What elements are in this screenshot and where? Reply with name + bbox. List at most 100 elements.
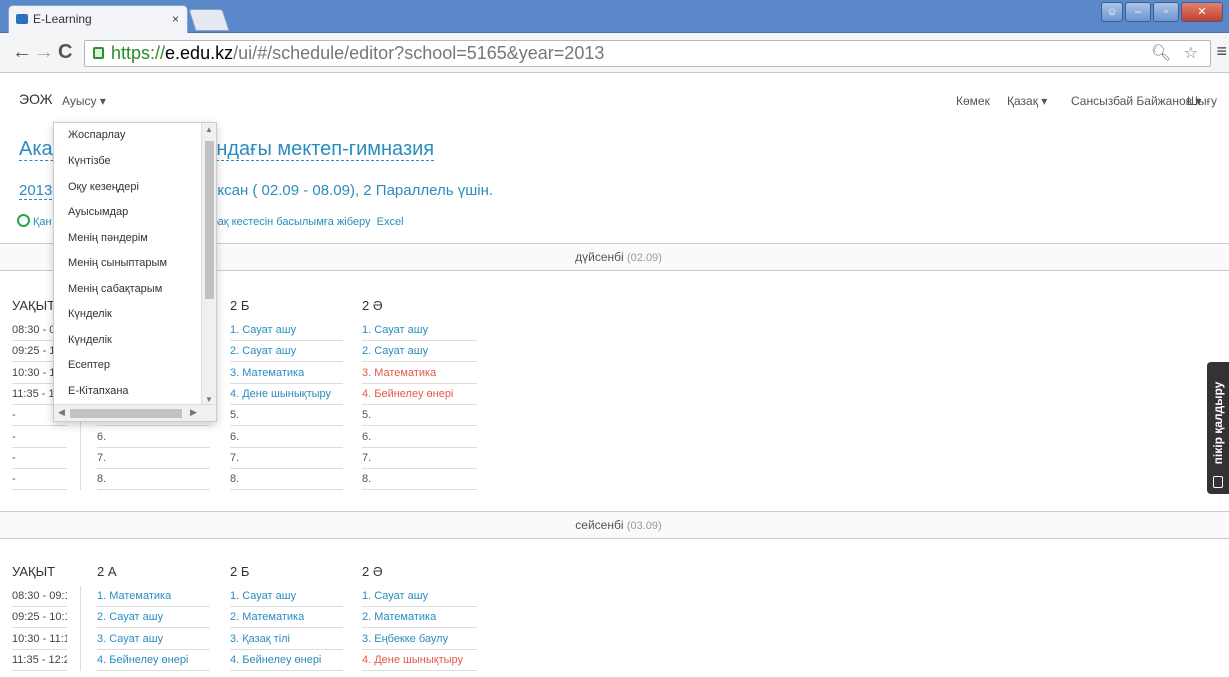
lesson-2v[interactable]: 1. Сауат ашу: [362, 320, 477, 341]
brand-link[interactable]: ЭОЖ: [19, 91, 53, 107]
horizontal-scrollbar[interactable]: ◀ ▶: [54, 404, 216, 421]
class-header-2v: 2 Ә: [362, 298, 383, 313]
zoom-translate-star-icons[interactable]: 🔍︎ ☆: [1151, 41, 1202, 66]
lesson-2a[interactable]: 4. Бейнелеу өнері: [97, 650, 210, 671]
time-slot: 09:25 - 10:10: [12, 607, 67, 629]
time-slot: 10:30 - 11:15: [12, 629, 67, 650]
window-controls: ☺ – ▫ ✕: [1101, 2, 1223, 22]
forward-arrow-icon[interactable]: →: [34, 41, 54, 63]
time-slot: -: [12, 469, 67, 491]
dropdown-item[interactable]: Күнтізбе: [54, 149, 202, 175]
vertical-scrollbar[interactable]: ▲ ▼: [201, 123, 216, 406]
lesson-2v[interactable]: 3. Математика: [362, 363, 477, 384]
user-dropdown[interactable]: Сансызбай Байжанов ▾: [1071, 94, 1201, 108]
help-link[interactable]: Көмек: [956, 94, 990, 108]
profile-icon[interactable]: ☺: [1101, 2, 1123, 22]
lesson-2a[interactable]: 8.: [97, 469, 210, 491]
vertical-scroll-thumb[interactable]: [205, 141, 214, 299]
class-header-2b: 2 Б: [230, 298, 250, 313]
week-parallel-text[interactable]: ксан ( 02.09 - 08.09), 2 Параллель үшін.: [217, 182, 493, 199]
lesson-2v[interactable]: 2. Математика: [362, 607, 477, 629]
lesson-2v[interactable]: 7.: [362, 448, 477, 469]
lesson-2b[interactable]: 4. Дене шынықтыру: [230, 384, 343, 405]
reload-icon[interactable]: C: [58, 41, 72, 63]
dropdown-list: Жоспарлау Күнтізбе Оқу кезеңдері Ауысымдар М…: [54, 123, 202, 404]
lesson-2a[interactable]: 2. Сауат ашу: [97, 607, 210, 629]
logout-link[interactable]: Шығу: [1187, 94, 1217, 108]
dropdown-item[interactable]: Менің пәндерім: [54, 226, 202, 252]
dropdown-item[interactable]: Жоспарлау: [54, 123, 202, 149]
dropdown-item[interactable]: Е-Кітапхана: [54, 379, 202, 405]
lesson-2v[interactable]: 4. Дене шынықтыру: [362, 650, 477, 671]
time-column-header: УАҚЫТ: [12, 298, 56, 313]
lesson-2a[interactable]: 1. Математика: [97, 586, 210, 607]
dropdown-item[interactable]: Күнделік: [54, 302, 202, 328]
scroll-left-icon[interactable]: ◀: [58, 407, 65, 418]
lesson-2b[interactable]: 6.: [230, 427, 343, 448]
scroll-up-icon[interactable]: ▲: [205, 125, 213, 134]
lesson-2b[interactable]: 3. Математика: [230, 363, 343, 384]
lesson-2b[interactable]: 7.: [230, 448, 343, 469]
lesson-2v[interactable]: 3. Еңбекке баулу: [362, 629, 477, 650]
feedback-tab[interactable]: пікір қалдыру: [1207, 362, 1229, 494]
new-tab-button[interactable]: [188, 9, 230, 31]
action-link-partial[interactable]: Қан: [33, 216, 52, 228]
lesson-2b[interactable]: 2. Математика: [230, 607, 343, 629]
excel-link[interactable]: Excel: [377, 216, 404, 228]
year-link[interactable]: 2013-: [19, 182, 58, 200]
status-circle-icon: [17, 214, 30, 227]
lock-icon: [93, 47, 104, 59]
class-header-2a: 2 А: [97, 564, 117, 579]
scroll-down-icon[interactable]: ▼: [205, 395, 213, 404]
menu-icon[interactable]: ≡: [1216, 41, 1227, 62]
browser-window: E-Learning × ☺ – ▫ ✕ ← → C https://e.edu…: [0, 0, 1229, 677]
tab-close-icon[interactable]: ×: [172, 6, 179, 32]
dropdown-item[interactable]: Ауысымдар: [54, 200, 202, 226]
lesson-2v[interactable]: 2. Сауат ашу: [362, 341, 477, 363]
lesson-2b[interactable]: 4. Бейнелеу өнері: [230, 650, 343, 671]
dropdown-item[interactable]: Есептер: [54, 353, 202, 379]
class-header-2v: 2 Ә: [362, 564, 383, 579]
language-dropdown[interactable]: Қазақ ▾: [1007, 94, 1047, 108]
dropdown-item[interactable]: Күнделік: [54, 328, 202, 354]
school-name-link-end[interactable]: ндағы мектеп-гимназия: [216, 138, 435, 161]
time-slot: -: [12, 427, 67, 448]
lesson-2v[interactable]: 4. Бейнелеу өнері: [362, 384, 477, 405]
close-window-button[interactable]: ✕: [1181, 2, 1223, 22]
dropdown-item[interactable]: Менің сабақтарым: [54, 277, 202, 303]
lesson-2b[interactable]: 3. Қазақ тілі: [230, 629, 343, 650]
browser-tab[interactable]: E-Learning ×: [8, 5, 188, 33]
back-arrow-icon[interactable]: ←: [12, 41, 32, 63]
address-bar[interactable]: https://e.edu.kz/ui/#/schedule/editor?sc…: [84, 40, 1211, 67]
site-navbar: ЭОЖ Ауысу ▾ Көмек Қазақ ▾ Сансызбай Байж…: [0, 85, 1229, 117]
dropdown-item[interactable]: Оқу кезеңдері: [54, 175, 202, 201]
lesson-2b[interactable]: 2. Сауат ашу: [230, 341, 343, 363]
lesson-2v[interactable]: 5.: [362, 405, 477, 427]
tab-strip: E-Learning × ☺ – ▫ ✕: [0, 0, 1229, 33]
lesson-2a[interactable]: 6.: [97, 427, 210, 448]
scroll-right-icon[interactable]: ▶: [190, 407, 197, 418]
lesson-2a[interactable]: 7.: [97, 448, 210, 469]
minimize-button[interactable]: –: [1125, 2, 1151, 22]
lesson-2b[interactable]: 1. Сауат ашу: [230, 320, 343, 341]
lesson-2b[interactable]: 1. Сауат ашу: [230, 586, 343, 607]
lesson-2v[interactable]: 6.: [362, 427, 477, 448]
url-text: https://e.edu.kz/ui/#/schedule/editor?sc…: [111, 43, 605, 63]
class-header-2b: 2 Б: [230, 564, 250, 579]
favicon-icon: [16, 14, 28, 24]
maximize-button[interactable]: ▫: [1153, 2, 1179, 22]
print-schedule-link[interactable]: бақ кестесін басылымға жіберу: [212, 216, 371, 228]
lesson-2v[interactable]: 8.: [362, 469, 477, 491]
lesson-2b[interactable]: 8.: [230, 469, 343, 491]
browser-toolbar: ← → C https://e.edu.kz/ui/#/schedule/edi…: [0, 33, 1229, 73]
dropdown-item[interactable]: Менің сыныптарым: [54, 251, 202, 277]
time-column-header: УАҚЫТ: [12, 564, 56, 579]
shift-dropdown-toggle[interactable]: Ауысу ▾: [62, 94, 106, 108]
day-header-tuesday: сейсенбі (03.09): [0, 511, 1229, 539]
shift-dropdown-menu: Жоспарлау Күнтізбе Оқу кезеңдері Ауысымдар М…: [53, 122, 217, 422]
horizontal-scroll-thumb[interactable]: [70, 409, 182, 418]
lesson-2v[interactable]: 1. Сауат ашу: [362, 586, 477, 607]
lesson-2a[interactable]: 3. Сауат ашу: [97, 629, 210, 650]
lesson-2b[interactable]: 5.: [230, 405, 343, 427]
time-slot: 08:30 - 09:15: [12, 586, 67, 607]
